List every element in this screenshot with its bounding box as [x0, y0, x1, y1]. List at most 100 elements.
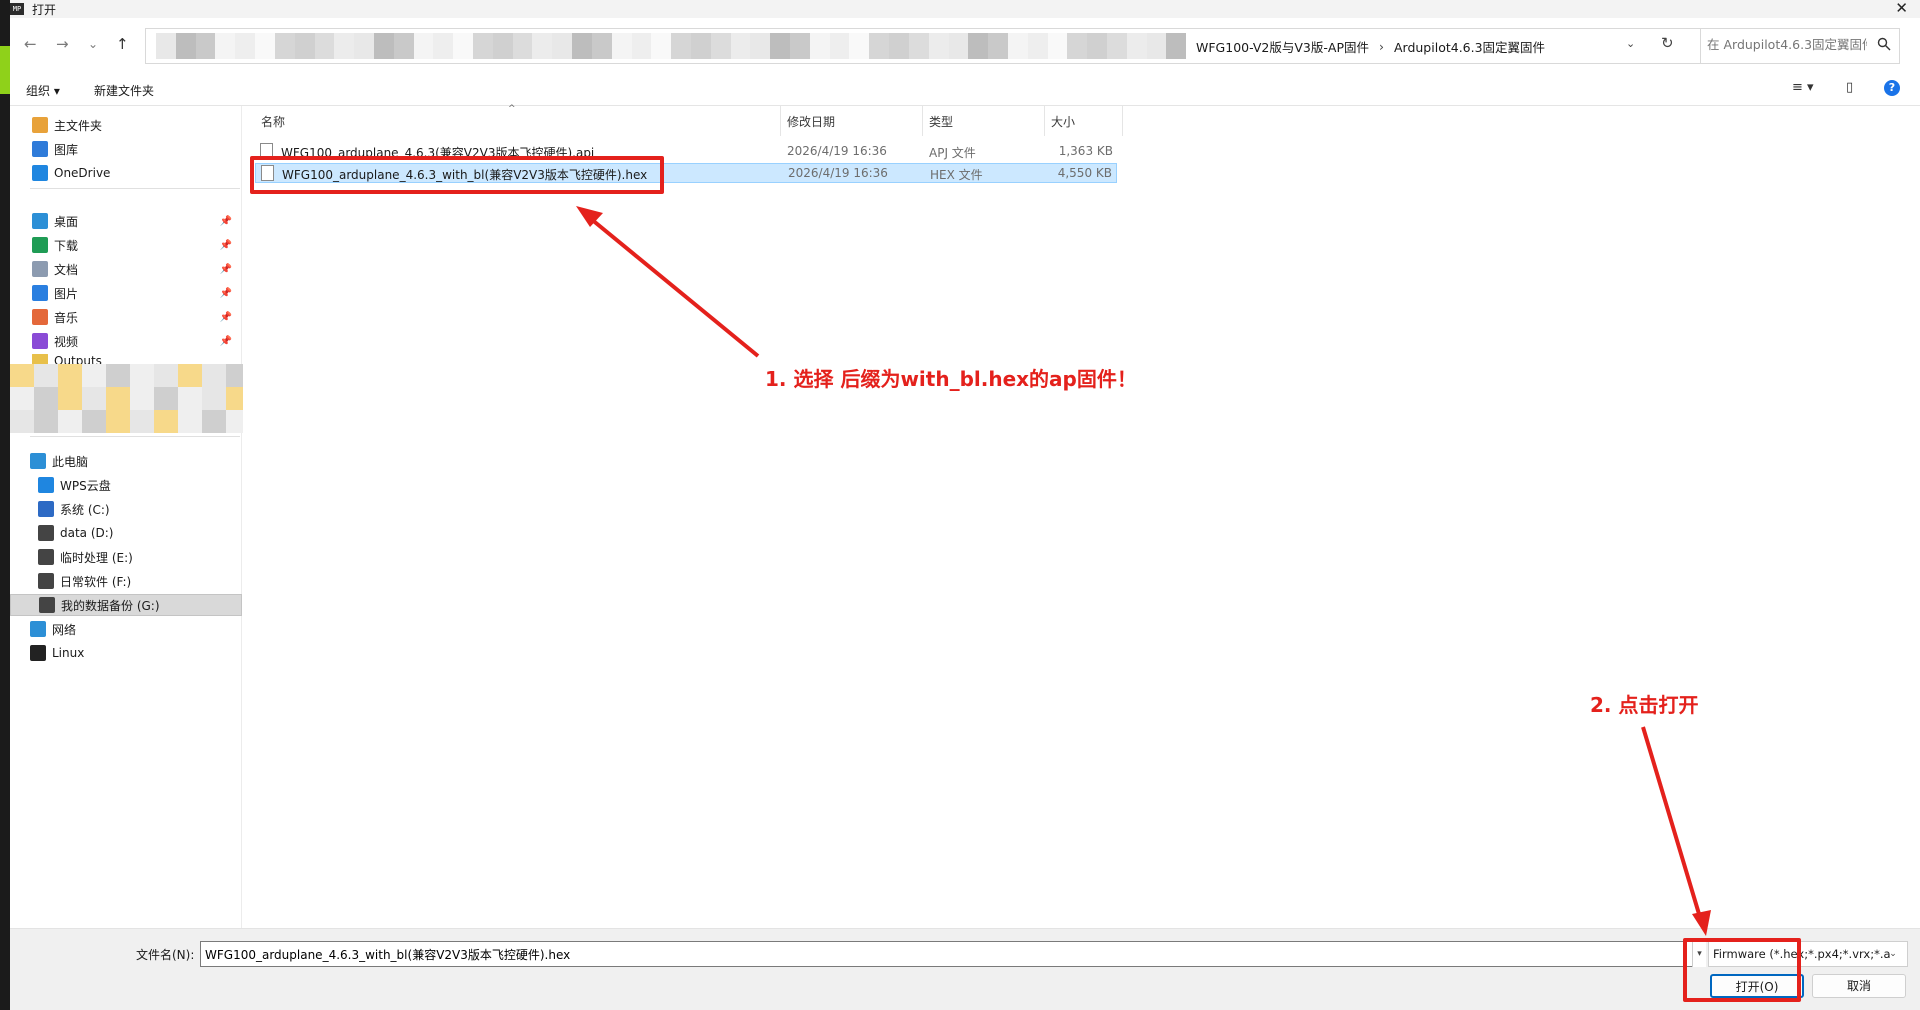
organize-button[interactable]: 组织 ▾: [26, 82, 60, 99]
nav-item-gallery[interactable]: 图库: [10, 138, 242, 160]
nav-item-music[interactable]: 音乐 📌: [10, 306, 242, 328]
mosaic-cell: [195, 33, 216, 59]
preview-pane-icon[interactable]: ▯: [1846, 80, 1853, 95]
mosaic-cell: [154, 410, 178, 433]
mosaic-cell: [178, 410, 202, 433]
mosaic-cell: [34, 410, 58, 433]
nav-item-label: 桌面: [54, 214, 79, 229]
nav-item-label: data (D:): [60, 526, 114, 540]
pin-icon: 📌: [219, 311, 232, 323]
nav-item-network[interactable]: 网络: [10, 618, 242, 640]
nav-item-home[interactable]: 主文件夹: [10, 114, 242, 136]
nav-item-label: 下载: [54, 238, 79, 253]
mosaic-cell: [10, 387, 34, 410]
filename-input[interactable]: [200, 941, 1702, 967]
mosaic-cell: [532, 33, 553, 59]
mosaic-cell: [215, 33, 236, 59]
chevron-right-icon: ›: [1378, 38, 1384, 54]
nav-item-label: 音乐: [54, 310, 79, 325]
search-icon[interactable]: [1877, 37, 1891, 51]
nav-item-download[interactable]: 下载 📌: [10, 234, 242, 256]
mosaic-cell: [1027, 33, 1048, 59]
bottom-panel: 文件名(N): ▾ Firmware (*.hex;*.px4;*.vrx;*.…: [10, 928, 1920, 1010]
nav-item-video[interactable]: 视频 📌: [10, 330, 242, 352]
mosaic-cell: [130, 364, 154, 387]
mosaic-cell: [849, 33, 870, 59]
document-icon: [32, 261, 48, 277]
forward-arrow-icon[interactable]: →: [56, 36, 69, 52]
nav-item-label: 临时处理 (E:): [60, 550, 133, 565]
recent-locations-icon[interactable]: ⌄: [88, 36, 98, 52]
nav-item-pictures[interactable]: 图片 📌: [10, 282, 242, 304]
nav-item-label: OneDrive: [54, 166, 111, 180]
cancel-button[interactable]: 取消: [1812, 974, 1906, 998]
mosaic-cell: [274, 33, 295, 59]
mosaic-cell: [130, 387, 154, 410]
nav-item-label: 主文件夹: [54, 118, 103, 133]
mosaic-cell: [829, 33, 850, 59]
up-arrow-icon[interactable]: ↑: [116, 36, 129, 52]
back-arrow-icon[interactable]: ←: [24, 36, 37, 52]
download-icon: [32, 237, 48, 253]
column-header-name[interactable]: 名称: [255, 106, 781, 136]
nav-item-drive[interactable]: data (D:): [10, 522, 242, 544]
gallery-icon: [32, 141, 48, 157]
mosaic-cell: [373, 33, 394, 59]
help-icon[interactable]: ?: [1884, 80, 1900, 96]
mosaic-cell: [154, 387, 178, 410]
address-bar[interactable]: WFG100-V2版与V3版-AP固件 › Ardupilot4.6.3固定翼固…: [145, 28, 1705, 64]
breadcrumb-item-current-folder[interactable]: Ardupilot4.6.3固定翼固件: [1394, 37, 1545, 56]
search-box[interactable]: [1700, 28, 1900, 64]
home-icon: [32, 117, 48, 133]
nav-item-label: 日常软件 (F:): [60, 574, 132, 589]
mosaic-cell: [58, 410, 82, 433]
breadcrumb-item-firmware-folder[interactable]: WFG100-V2版与V3版-AP固件: [1196, 37, 1369, 56]
column-header-type[interactable]: 类型: [923, 106, 1045, 136]
nav-item-document[interactable]: 文档 📌: [10, 258, 242, 280]
mosaic-cell: [10, 410, 34, 433]
column-header-size[interactable]: 大小: [1045, 106, 1123, 136]
nav-item-drive[interactable]: 日常软件 (F:): [10, 570, 242, 592]
search-input[interactable]: [1707, 37, 1867, 52]
new-folder-button[interactable]: 新建文件夹: [94, 82, 154, 99]
mosaic-cell: [235, 33, 256, 59]
mosaic-cell: [1047, 33, 1068, 59]
nav-item-desktop[interactable]: 桌面 📌: [10, 210, 242, 232]
mosaic-cell: [314, 33, 335, 59]
nav-separator: [30, 436, 240, 437]
file-open-dialog: MP 打开 ✕ ← → ⌄ ↑ WFG100-V2版与V3版-AP固件 › Ar…: [0, 0, 1920, 1010]
refresh-icon[interactable]: ↻: [1661, 34, 1674, 52]
mosaic-cell: [413, 33, 434, 59]
file-date: 2026/4/19 16:36: [787, 144, 887, 158]
mosaic-cell: [968, 33, 989, 59]
nav-item-drive-c[interactable]: 系统 (C:): [10, 498, 242, 520]
column-header-date[interactable]: 修改日期: [781, 106, 923, 136]
nav-item-label: 图片: [54, 286, 79, 301]
mosaic-cell: [809, 33, 830, 59]
breadcrumb: WFG100-V2版与V3版-AP固件 › Ardupilot4.6.3固定翼固…: [1196, 29, 1545, 63]
nav-item-label: 网络: [52, 622, 77, 637]
chevron-down-icon[interactable]: ⌄: [1882, 941, 1904, 967]
close-icon[interactable]: ✕: [1895, 0, 1908, 16]
mosaic-cell: [988, 33, 1008, 59]
view-options-icon[interactable]: ≡ ▾: [1792, 80, 1814, 95]
nav-item-drive[interactable]: 临时处理 (E:): [10, 546, 242, 568]
mosaic-cell: [294, 33, 315, 59]
pin-icon: 📌: [219, 215, 232, 227]
nav-item-computer[interactable]: 此电脑: [10, 450, 242, 472]
mosaic-cell: [154, 364, 178, 387]
mosaic-cell: [928, 33, 949, 59]
mosaic-cell: [572, 33, 592, 59]
nav-item-wps-cloud[interactable]: WPS云盘: [10, 474, 242, 496]
nav-item-cloud[interactable]: OneDrive: [10, 162, 242, 184]
pin-icon: 📌: [219, 287, 232, 299]
nav-item-drive[interactable]: 我的数据备份 (G:): [10, 594, 242, 616]
mosaic-cell: [106, 387, 130, 410]
nav-item-linux[interactable]: Linux: [10, 642, 242, 664]
mosaic-cell: [750, 33, 771, 59]
redacted-path-mosaic: [156, 33, 1187, 59]
chevron-down-icon[interactable]: ⌄: [1626, 37, 1635, 50]
command-toolbar: 组织 ▾ 新建文件夹 ≡ ▾ ▯ ?: [10, 68, 1920, 106]
mosaic-cell: [1146, 33, 1167, 59]
file-date: 2026/4/19 16:36: [788, 166, 888, 180]
